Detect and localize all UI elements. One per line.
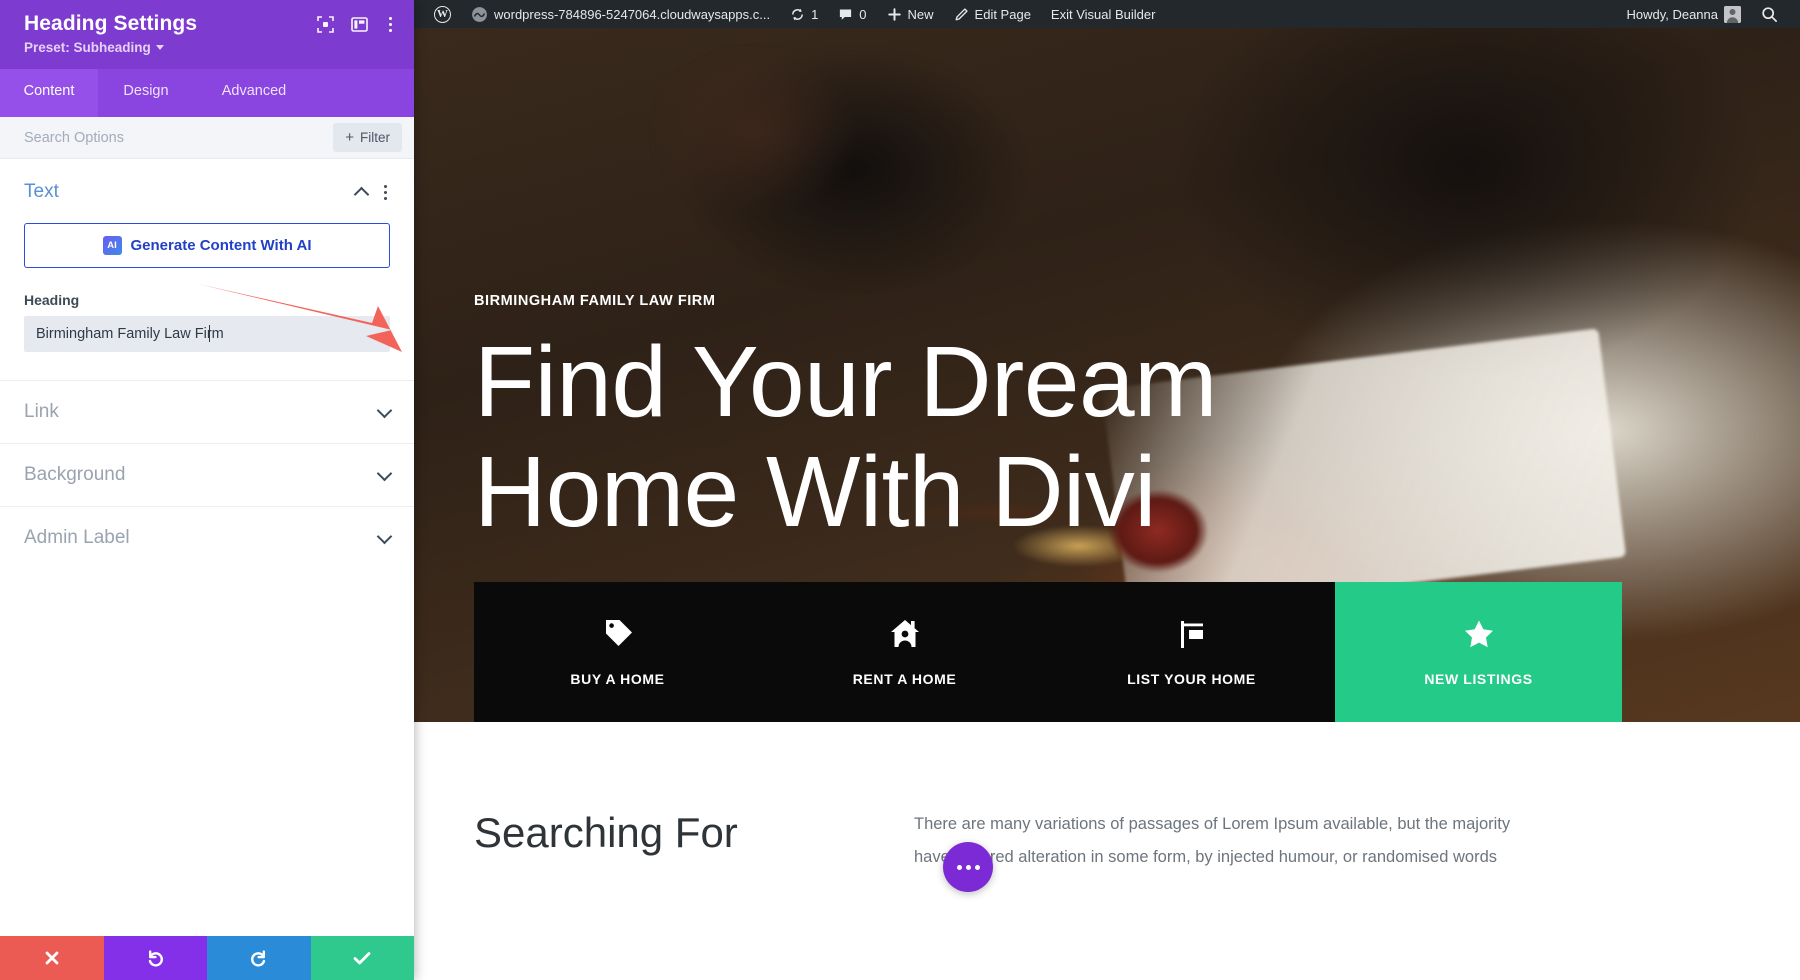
panel-title: Heading Settings [24,12,198,35]
preset-selector[interactable]: Preset: Subheading [24,40,197,55]
admin-search-button[interactable] [1751,0,1788,28]
page-viewport: W wordpress-784896-5247064.cloudwaysapps… [414,0,1800,980]
tab-content[interactable]: Content [0,69,98,118]
section-admin-label[interactable]: Admin Label [0,506,414,569]
plus-icon [887,7,901,21]
edit-page-link[interactable]: Edit Page [944,0,1041,28]
heading-settings-panel: Heading Settings Preset: Subheading Cont… [0,0,414,980]
ai-badge-icon: AI [102,236,122,256]
hero-title-line-2: Home With Divi [474,436,1156,548]
hero-title: Find Your Dream Home With Divi [474,327,1800,547]
price-tag-icon [605,620,632,646]
chevron-down-icon [376,402,393,418]
section-background[interactable]: Background [0,443,414,506]
lower-content-section: Searching For There are many variations … [414,722,1800,892]
wordpress-logo-icon[interactable]: W [424,0,461,28]
updates-count: 1 [811,6,819,22]
filter-label: Filter [360,130,390,146]
star-icon [1464,620,1493,648]
search-options-input[interactable] [24,129,254,146]
howdy-label: Howdy, Deanna [1626,6,1718,22]
updates-icon [792,8,803,20]
updates-menu[interactable]: 1 [780,0,828,28]
heading-field-label: Heading [24,292,80,309]
hero-section: BIRMINGHAM FAMILY LAW FIRM Find Your Dre… [414,28,1800,722]
divi-menu-fab[interactable] [943,842,993,892]
tab-design[interactable]: Design [98,69,194,117]
feature-new-listings[interactable]: NEW LISTINGS [1335,582,1622,722]
redo-button[interactable] [207,936,311,980]
feature-buy-a-home[interactable]: BUY A HOME [474,582,761,722]
panel-layout-icon[interactable] [351,16,368,33]
hero-title-line-1: Find Your Dream [474,326,1217,438]
site-name-menu[interactable]: wordpress-784896-5247064.cloudwaysapps.c… [461,0,780,28]
new-content-menu[interactable]: New [877,0,944,28]
generate-content-with-ai-button[interactable]: AI Generate Content With AI [24,223,390,269]
panel-tabs: Content Design Advanced [0,69,414,118]
site-home-icon [472,6,487,22]
edit-page-label: Edit Page [974,6,1031,22]
text-cursor [209,325,210,343]
site-name-label: wordpress-784896-5247064.cloudwaysapps.c… [494,6,771,22]
panel-action-bar [0,936,414,980]
undo-icon [148,949,163,967]
preset-label: Preset: Subheading [24,40,151,56]
plus-icon: + [345,129,354,147]
options-search-row: + Filter [0,117,414,160]
section-admin-label-label: Admin Label [24,527,130,549]
checkmark-icon [353,952,371,965]
feature-label: NEW LISTINGS [1424,671,1533,687]
lower-paragraph: There are many variations of passages of… [914,815,1511,866]
chevron-up-icon[interactable] [353,186,370,202]
exit-visual-builder-label: Exit Visual Builder [1050,6,1156,22]
exit-visual-builder-link[interactable]: Exit Visual Builder [1041,0,1166,28]
focus-frame-icon[interactable] [317,16,334,33]
feature-list-your-home[interactable]: LIST YOUR HOME [1048,582,1335,722]
wp-admin-bar: W wordpress-784896-5247064.cloudwaysapps… [414,0,1800,28]
chevron-down-icon [376,465,393,481]
heading-input[interactable] [24,316,390,353]
close-icon [45,951,59,965]
chevron-down-icon [376,528,393,544]
text-section-title: Text [24,181,59,203]
ai-button-label: Generate Content With AI [130,237,312,255]
comments-menu[interactable]: 0 [828,0,876,28]
section-background-label: Background [24,464,126,486]
filter-button[interactable]: + Filter [333,123,402,153]
screen-root: Heading Settings Preset: Subheading Cont… [0,0,1800,980]
search-icon [1762,6,1777,22]
hero-subheading: BIRMINGHAM FAMILY LAW FIRM [474,293,716,309]
avatar [1724,5,1741,23]
comments-count: 0 [859,6,867,22]
feature-bar: BUY A HOME RENT A HOME LIST YOUR HOME NE… [474,582,1622,722]
section-link-label: Link [24,401,59,423]
tab-advanced[interactable]: Advanced [194,69,314,117]
redo-icon [251,949,266,967]
section-kebab-icon[interactable] [381,183,390,202]
comment-bubble-icon [840,8,852,20]
house-person-icon [890,620,919,647]
section-link[interactable]: Link [0,380,414,443]
undo-button[interactable] [103,936,207,980]
account-menu[interactable]: Howdy, Deanna [1616,0,1751,28]
panel-body: Text AI Generate Content With AI Heading [0,159,414,936]
text-section: Text AI Generate Content With AI Heading [0,159,414,353]
lower-heading: Searching For [474,809,738,856]
ellipsis-icon [956,864,962,870]
new-label: New [907,6,934,22]
pencil-icon [955,7,968,20]
kebab-menu-icon[interactable] [385,15,396,34]
feature-label: LIST YOUR HOME [1127,671,1256,687]
chevron-down-icon [155,45,164,51]
discard-changes-button[interactable] [0,936,104,980]
panel-header: Heading Settings Preset: Subheading [0,0,414,70]
feature-label: BUY A HOME [570,671,665,687]
save-button[interactable] [310,936,414,980]
feature-label: RENT A HOME [852,671,957,687]
feature-rent-a-home[interactable]: RENT A HOME [761,582,1048,722]
hero-content: BIRMINGHAM FAMILY LAW FIRM Find Your Dre… [414,28,1800,547]
yard-sign-icon [1180,621,1203,648]
